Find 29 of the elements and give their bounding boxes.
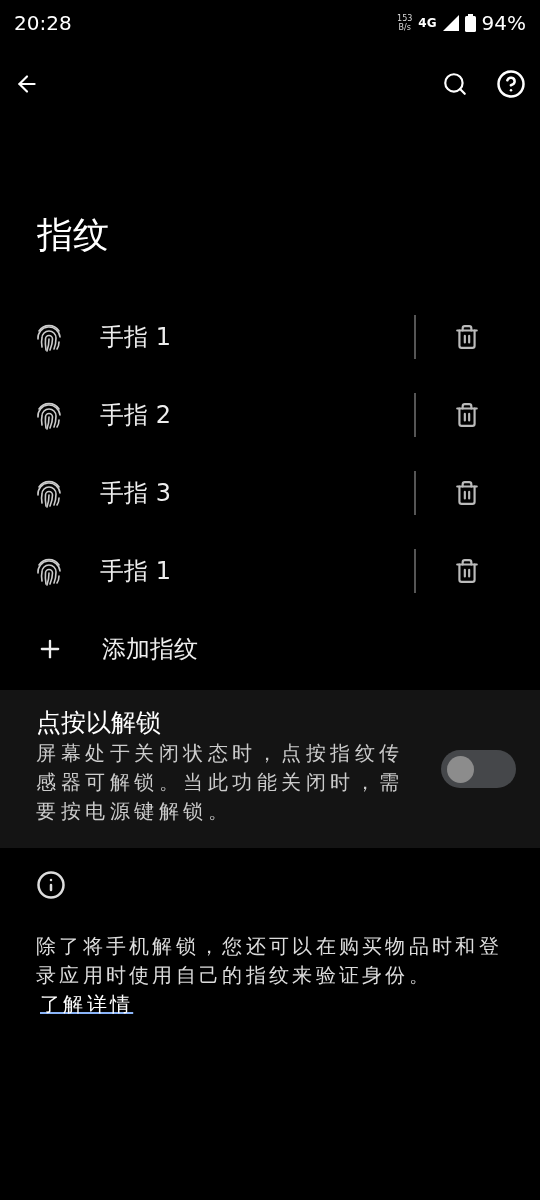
delete-button[interactable] [454,480,480,506]
page-title: 指纹 [37,213,110,257]
search-button[interactable] [442,71,468,97]
setting-title: 点按以解锁 [36,707,162,739]
status-time: 20:28 [14,11,73,35]
delete-button[interactable] [454,324,480,350]
fingerprint-icon [36,400,62,430]
battery-percent: 94% [481,11,526,35]
net-speed: 153 [397,14,413,23]
fingerprint-icon [36,556,62,586]
signal-icon [442,15,459,31]
fingerprint-name[interactable]: 手指 3 [100,477,414,509]
delete-button[interactable] [454,402,480,428]
battery-icon [464,14,476,32]
fingerprint-name[interactable]: 手指 1 [100,555,414,587]
info-icon [36,870,66,900]
help-button[interactable] [496,69,526,99]
fingerprint-icon [36,478,62,508]
toggle-switch[interactable] [441,750,516,788]
fingerprint-name[interactable]: 手指 1 [100,321,414,353]
fingerprint-name[interactable]: 手指 2 [100,399,414,431]
delete-button[interactable] [454,558,480,584]
setting-description: 屏幕处于关闭状态时，点按指纹传感器可解锁。当此功能关闭时，需要按电源键解锁。 [36,740,405,825]
learn-more-link[interactable]: 了解详情 [40,992,134,1016]
add-fingerprint-button[interactable]: 添加指纹 [0,610,540,688]
network-type: 4G [418,16,437,30]
fingerprint-icon [36,322,62,352]
net-speed-unit: B/s [398,23,411,32]
info-text: 除了将手机解锁，您还可以在购买物品时和登录应用时使用自己的指纹来验证身份。 了解详情 [36,933,503,1018]
